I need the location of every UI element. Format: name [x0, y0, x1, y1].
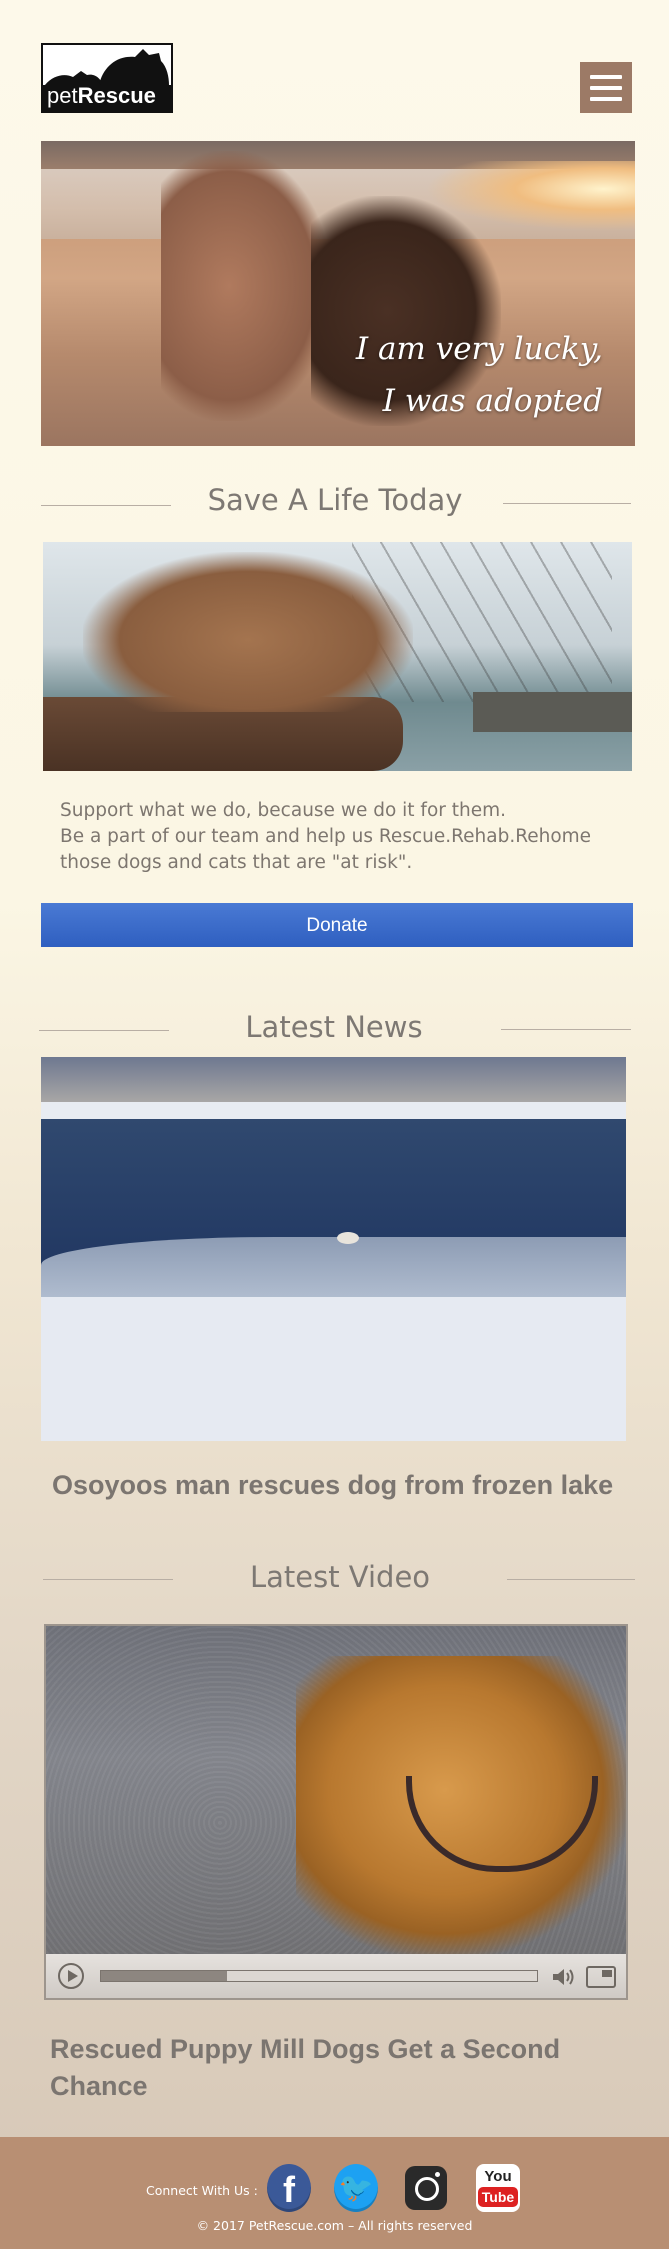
- cat: [83, 552, 413, 712]
- fullscreen-icon[interactable]: [586, 1966, 616, 1988]
- video-section-title: Latest Video: [249, 1560, 431, 1594]
- twitter-icon[interactable]: 🐦: [334, 2164, 378, 2212]
- facebook-icon[interactable]: f: [267, 2164, 311, 2212]
- logo-text: petRescue: [47, 83, 156, 109]
- instagram-icon[interactable]: [405, 2166, 447, 2210]
- video-headline[interactable]: Rescued Puppy Mill Dogs Get a Second Cha…: [50, 2031, 640, 2105]
- hamburger-icon-bar: [590, 86, 622, 90]
- hamburger-icon: [590, 75, 622, 79]
- youtube-you: You: [484, 2168, 512, 2185]
- divider-left: [39, 1030, 169, 1031]
- video-player[interactable]: [44, 1624, 628, 2000]
- logo-text-rescue: Rescue: [77, 83, 156, 108]
- divider-left: [43, 1579, 173, 1580]
- divider-left: [41, 505, 171, 506]
- hero-woman: [161, 151, 331, 421]
- support-text: Support what we do, because we do it for…: [60, 798, 620, 876]
- play-icon[interactable]: [58, 1963, 84, 1989]
- copyright: © 2017 PetRescue.com – All rights reserv…: [196, 2218, 473, 2233]
- support-line1: Support what we do, because we do it for…: [60, 800, 507, 821]
- progress-fill: [101, 1971, 228, 1981]
- menu-button[interactable]: [580, 62, 632, 113]
- save-section-title: Save A Life Today: [207, 483, 463, 517]
- video-headline-line1: Rescued Puppy Mill Dogs Get a Second: [50, 2034, 561, 2064]
- divider-right: [507, 1579, 635, 1580]
- video-headline-line2: Chance: [50, 2071, 148, 2101]
- pier: [473, 692, 632, 732]
- dog-in-water: [337, 1232, 359, 1244]
- hamburger-icon-bar: [590, 97, 622, 101]
- snow: [41, 1297, 626, 1441]
- hero-caption: I am very lucky, I was adopted: [356, 323, 603, 427]
- news-headline[interactable]: Osoyoos man rescues dog from frozen lake: [52, 1470, 642, 1501]
- youtube-icon[interactable]: You Tube: [476, 2164, 520, 2212]
- news-image[interactable]: [41, 1057, 626, 1441]
- divider-right: [501, 1029, 631, 1030]
- logo-animals-icon: [43, 45, 171, 87]
- logo[interactable]: petRescue: [41, 43, 173, 113]
- hero-caption-line1: I am very lucky,: [355, 331, 603, 367]
- volume-icon[interactable]: [551, 1966, 577, 1988]
- hero-banner: I am very lucky, I was adopted: [41, 141, 635, 446]
- divider-right: [503, 503, 631, 504]
- cat-image: [43, 542, 632, 771]
- logo-text-pet: pet: [47, 83, 78, 108]
- video-controls: [46, 1954, 626, 1998]
- hero-caption-line2: I was adopted: [382, 383, 603, 419]
- donate-button[interactable]: Donate: [41, 903, 633, 947]
- connect-label: Connect With Us :: [146, 2183, 258, 2198]
- support-line3: those dogs and cats that are "at risk".: [60, 852, 413, 873]
- video-frame[interactable]: [46, 1626, 626, 1954]
- youtube-tube: Tube: [477, 2187, 519, 2207]
- news-section-title: Latest News: [245, 1010, 423, 1044]
- support-line2: Be a part of our team and help us Rescue…: [60, 826, 592, 847]
- progress-bar[interactable]: [100, 1970, 538, 1982]
